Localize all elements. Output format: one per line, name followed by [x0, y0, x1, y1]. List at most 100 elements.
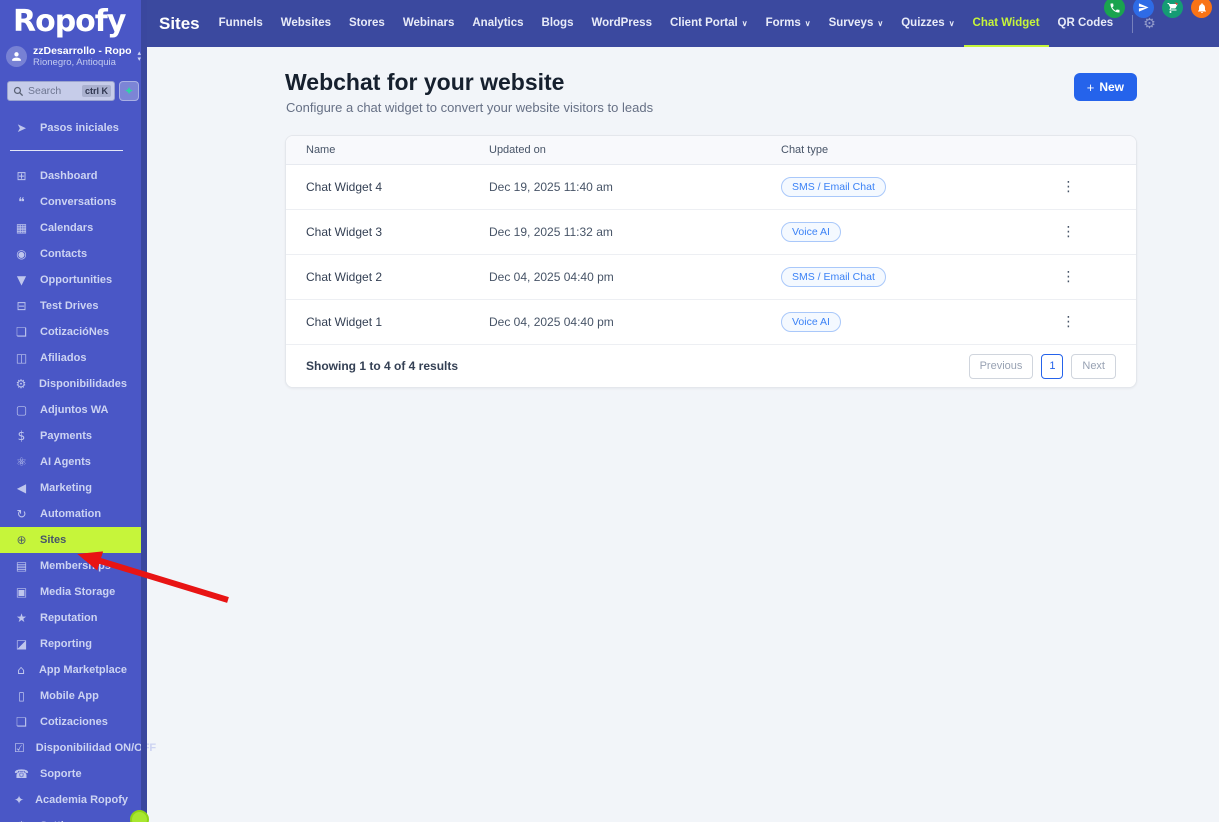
sidebar-item-label: Disponibilidades: [38, 378, 127, 390]
page-number-button[interactable]: 1: [1041, 353, 1064, 379]
graduation-cap-icon: ✦: [14, 793, 25, 807]
chevron-down-icon: ∨: [741, 19, 748, 28]
table-header: Name Updated on Chat type: [286, 136, 1136, 165]
sidebar-item-dashboard[interactable]: ⊞ Dashboard: [0, 163, 141, 189]
tab-analytics[interactable]: Analytics ∨: [463, 0, 532, 47]
sidebar-item-marketing[interactable]: ◀ Marketing: [0, 475, 141, 501]
ropofy-logo: Ropofy: [13, 4, 126, 39]
paper-plane-icon: ➤: [16, 121, 27, 135]
megaphone-icon: ◀: [16, 481, 27, 495]
quick-actions-button[interactable]: [1133, 0, 1154, 18]
sidebar-item-test-drives[interactable]: ⊟ Test Drives: [0, 293, 141, 319]
sidebar-item-label: Adjuntos WA: [40, 404, 109, 416]
sidebar-item-mobile-app[interactable]: ▯ Mobile App: [0, 683, 141, 709]
sidebar-scrollbar[interactable]: [141, 0, 147, 822]
conversations-icon: ❝: [18, 195, 25, 209]
sidebar-item-label: Contacts: [40, 248, 88, 260]
kebab-menu-icon[interactable]: ⋮: [1056, 267, 1082, 287]
notifications-button[interactable]: [1191, 0, 1212, 18]
send-icon: [1138, 3, 1149, 12]
kebab-menu-icon[interactable]: ⋮: [1056, 312, 1082, 332]
tab-label: Analytics: [472, 16, 524, 29]
previous-button[interactable]: Previous: [968, 353, 1034, 379]
sidebar-item-disponibilidad-onoff[interactable]: ☑ Disponibilidad ON/OFF: [0, 735, 156, 761]
tab-stores[interactable]: Stores ∨: [340, 0, 394, 47]
updated-on: Dec 19, 2025 11:32 am: [489, 225, 613, 239]
sidebar-item-label: Dashboard: [40, 170, 98, 182]
sidebar-item-media-storage[interactable]: ▣ Media Storage: [0, 579, 141, 605]
account-name: zzDesarrollo - Ropofy: [33, 45, 132, 57]
kebab-menu-icon[interactable]: ⋮: [1056, 177, 1082, 197]
kebab-menu-icon[interactable]: ⋮: [1056, 222, 1082, 242]
sidebar-item-soporte[interactable]: ☎ Soporte: [0, 761, 141, 787]
sidebar-item-label: Opportunities: [40, 274, 113, 286]
chat-widgets-table: Name Updated on Chat type Chat Widget 4 …: [285, 135, 1137, 388]
sidebar-item-label: Payments: [40, 430, 92, 442]
sidebar-item-memberships[interactable]: ▤ Memberships: [0, 553, 141, 579]
sidebar-item-payments[interactable]: $ Payments: [0, 423, 141, 449]
ai-sparkle-button[interactable]: ✦: [119, 81, 139, 101]
phone-button[interactable]: [1104, 0, 1125, 18]
updated-on: Dec 19, 2025 11:40 am: [489, 180, 613, 194]
widget-name[interactable]: Chat Widget 3: [306, 225, 489, 239]
star-icon: ★: [16, 611, 27, 625]
widget-name[interactable]: Chat Widget 1: [306, 315, 489, 329]
search-input[interactable]: Search ctrl K: [7, 81, 115, 101]
widget-name[interactable]: Chat Widget 4: [306, 180, 489, 194]
tab-surveys[interactable]: Surveys ∨: [820, 0, 893, 47]
tab-funnels[interactable]: Funnels ∨: [210, 0, 272, 47]
sidebar-item-academia-ropofy[interactable]: ✦ Academia Ropofy: [0, 787, 141, 813]
sidebar-item-pasos-iniciales[interactable]: ➤ Pasos iniciales: [0, 115, 141, 141]
column-header-updated: Updated on: [489, 144, 546, 156]
tab-label: Chat Widget: [972, 16, 1040, 29]
sidebar-item-label: Calendars: [40, 222, 94, 234]
tab-chat-widget[interactable]: Chat Widget ∨: [963, 0, 1049, 47]
sidebar-item-adjuntos-wa[interactable]: ▢ Adjuntos WA: [0, 397, 141, 423]
tab-wordpress[interactable]: WordPress ∨: [582, 0, 661, 47]
sidebar-item-afiliados[interactable]: ◫ Afiliados: [0, 345, 141, 371]
user-icon: [12, 52, 21, 61]
sidebar-item-label: Mobile App: [40, 690, 99, 702]
phone-device-icon: ▯: [18, 689, 25, 703]
sidebar-item-reporting[interactable]: ◪ Reporting: [0, 631, 141, 657]
new-button[interactable]: + New: [1073, 73, 1137, 101]
chat-type-badge: Voice AI: [781, 222, 841, 242]
sidebar-item-settings[interactable]: ⚙ Settings: [0, 813, 141, 822]
tab-webinars[interactable]: Webinars ∨: [394, 0, 464, 47]
tab-blogs[interactable]: Blogs ∨: [533, 0, 583, 47]
sidebar-item-reputation[interactable]: ★ Reputation: [0, 605, 141, 631]
pagination: Previous 1 Next: [968, 353, 1116, 379]
tab-label: Websites: [280, 16, 332, 29]
next-button[interactable]: Next: [1071, 353, 1116, 379]
tab-websites[interactable]: Websites ∨: [272, 0, 340, 47]
account-switcher[interactable]: zzDesarrollo - Ropofy Rionegro, Antioqui…: [6, 45, 141, 68]
phone-icon: [1110, 3, 1119, 12]
sidebar-item-contacts[interactable]: ◉ Contacts: [0, 241, 141, 267]
tab-quizzes[interactable]: Quizzes ∨: [892, 0, 963, 47]
tab-label: Client Portal: [669, 16, 738, 29]
sidebar-item-conversations[interactable]: ❝ Conversations: [0, 189, 141, 215]
widget-name[interactable]: Chat Widget 2: [306, 270, 489, 284]
sidebar-item-cotizaciones-2[interactable]: ❏ Cotizaciones: [0, 709, 141, 735]
dollar-icon: $: [17, 429, 26, 443]
cart-button[interactable]: [1162, 0, 1183, 18]
sidebar-item-ai-agents[interactable]: ⚛ AI Agents: [0, 449, 141, 475]
sidebar-item-app-marketplace[interactable]: ⌂ App Marketplace: [0, 657, 141, 683]
sidebar-item-label: Disponibilidad ON/OFF: [35, 742, 157, 754]
sidebar-item-opportunities[interactable]: ▼ Opportunities: [0, 267, 141, 293]
sidebar-item-automation[interactable]: ↻ Automation: [0, 501, 141, 527]
tab-forms[interactable]: Forms ∨: [757, 0, 820, 47]
memberships-icon: ▤: [15, 559, 28, 573]
sidebar-item-cotizaciones-1[interactable]: ❏ CotizacióNes: [0, 319, 141, 345]
tab-client-portal[interactable]: Client Portal ∨: [661, 0, 757, 47]
top-navigation: Sites Funnels ∨ Websites ∨ Stores ∨ Webi…: [147, 0, 1219, 47]
image-icon: ▣: [15, 585, 28, 599]
contacts-icon: ◉: [16, 247, 27, 261]
sidebar-item-label: Media Storage: [40, 586, 116, 598]
sidebar-item-label: AI Agents: [40, 456, 91, 468]
sidebar-item-sites[interactable]: ⊕ Sites: [0, 527, 141, 553]
help-widget-button[interactable]: [130, 810, 149, 822]
clipboard-check-icon: ☑: [14, 741, 25, 755]
sidebar-item-disponibilidades[interactable]: ⚙ Disponibilidades: [0, 371, 141, 397]
sidebar-item-calendars[interactable]: ▦ Calendars: [0, 215, 141, 241]
